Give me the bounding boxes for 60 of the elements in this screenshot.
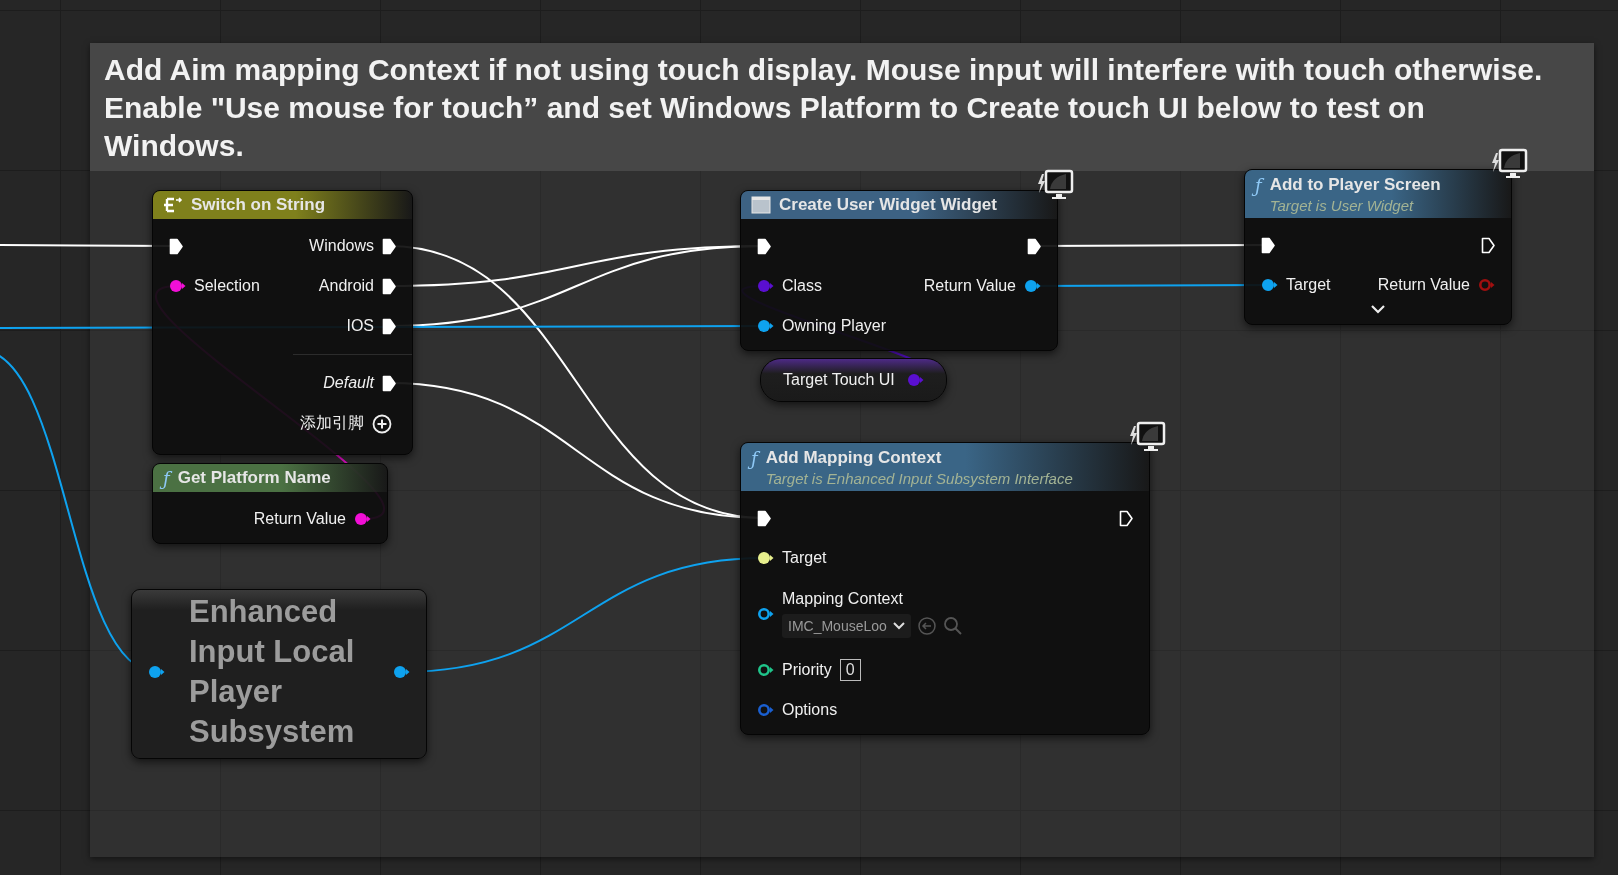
node-subtitle: Target is Enhanced Input Subsystem Interface — [765, 470, 1073, 487]
node-title: Switch on String — [191, 195, 326, 215]
graph-node[interactable]: ƒ Add to Player Screen Target is User Widget Target Return Value — [1244, 169, 1512, 325]
number-field[interactable]: 0 — [839, 659, 861, 681]
exec-pin-icon[interactable] — [757, 509, 771, 527]
comment-text: Add Aim mapping Context if not using touch display. Mouse input will interfere with touch otherwise. Enable "Use mouse for touch” and set Windows Platform to Create touch UI below to test on Windows. — [104, 52, 1544, 164]
pin-label: Return Value — [253, 510, 346, 528]
pin-label: Options — [782, 701, 838, 719]
node-subtitle: Target is User Widget — [1269, 197, 1415, 214]
data-pin-icon[interactable] — [148, 665, 165, 679]
pin-label: Return Value — [1377, 276, 1470, 294]
asset-dropdown[interactable]: IMC_MouseLoo — [782, 614, 911, 638]
exec-pin-icon[interactable] — [1481, 236, 1495, 254]
graph-node[interactable]: Switch on String Windows Selection Android IOS Default 添加引脚 — [152, 190, 413, 455]
graph-node[interactable]: ƒ Get Platform Name Return Value — [152, 463, 388, 544]
graph-node[interactable]: Enhanced Input Local Player Subsystem — [131, 589, 427, 759]
node-title: Target Touch UI — [783, 371, 895, 389]
switch-icon — [163, 196, 183, 214]
exec-pin-icon[interactable] — [382, 317, 396, 335]
widget-icon — [751, 196, 771, 214]
pin-label: Selection — [194, 277, 260, 295]
pin-label: Class — [782, 277, 822, 295]
pin-label: Owning Player — [782, 317, 887, 335]
pin-label: Windows — [309, 237, 374, 255]
search-icon[interactable] — [942, 616, 963, 636]
plus-icon — [372, 413, 392, 434]
pin-label: IOS — [346, 317, 374, 335]
pin-label: Mapping Context — [782, 590, 904, 608]
node-title: Get Platform Name — [177, 468, 331, 488]
chevron-down-icon[interactable] — [1371, 305, 1385, 314]
graph-node[interactable]: ƒ Add Mapping Context Target is Enhanced Input Subsystem Interface Target Mapping Context IMC_MouseLoo Priority 0 Options — [740, 442, 1150, 735]
exec-pin-icon[interactable] — [757, 237, 771, 255]
data-pin-icon[interactable] — [757, 663, 774, 677]
node-title: Create User Widget Widget — [779, 195, 997, 215]
caret-icon — [892, 622, 905, 630]
data-pin-icon[interactable] — [757, 551, 774, 565]
data-pin-icon[interactable] — [1024, 279, 1041, 293]
pin-label: Target — [782, 549, 827, 567]
exec-pin-icon[interactable] — [1261, 236, 1275, 254]
pin-label: Return Value — [923, 277, 1016, 295]
pin-label: Default — [323, 374, 374, 392]
exec-pin-icon[interactable] — [1027, 237, 1041, 255]
pin-label: Target — [1286, 276, 1331, 294]
exec-pin-icon[interactable] — [169, 237, 183, 255]
exec-pin-icon[interactable] — [382, 237, 396, 255]
exec-pin-icon[interactable] — [382, 277, 396, 295]
data-pin-icon[interactable] — [1261, 278, 1278, 292]
exec-pin-icon[interactable] — [1119, 509, 1133, 527]
graph-node[interactable]: Create User Widget Widget Class Return Value Owning Player — [740, 190, 1058, 351]
data-pin-icon[interactable] — [757, 607, 774, 621]
data-pin-icon[interactable] — [393, 665, 410, 679]
graph-node[interactable]: Target Touch UI — [760, 358, 947, 402]
node-title: Enhanced Input Local Player Subsystem — [189, 593, 356, 751]
exec-pin-icon[interactable] — [382, 374, 396, 392]
data-pin-icon[interactable] — [757, 319, 774, 333]
node-title: Add to Player Screen — [1269, 175, 1441, 195]
pin-label: Android — [318, 277, 374, 295]
node-title: Add Mapping Context — [765, 448, 943, 468]
add-pin-button[interactable]: 添加引脚 — [300, 413, 392, 434]
pin-label: Priority — [782, 661, 832, 679]
